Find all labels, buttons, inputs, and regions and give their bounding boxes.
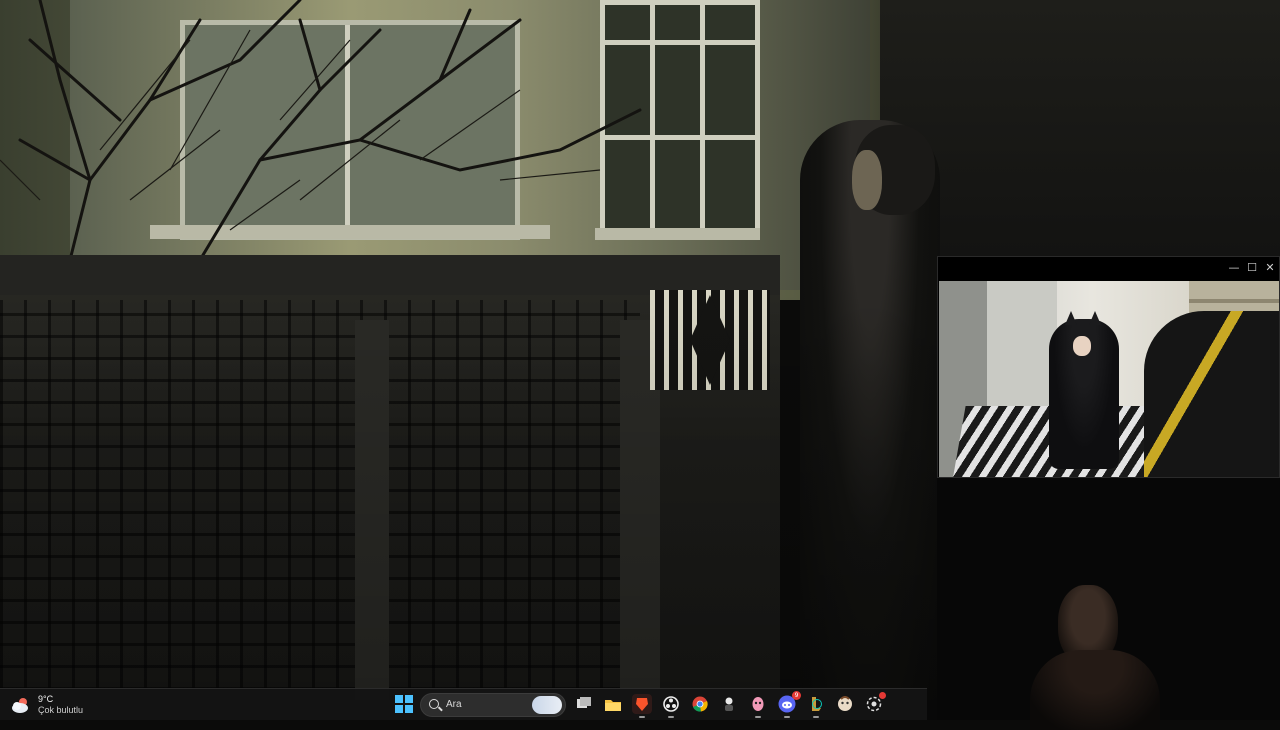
task-view-icon[interactable] bbox=[574, 694, 594, 714]
obs-studio-icon[interactable] bbox=[661, 694, 681, 718]
start-tile bbox=[395, 695, 403, 703]
cam-room-door bbox=[987, 281, 1057, 411]
start-tile bbox=[405, 695, 413, 703]
webcam-feed bbox=[939, 281, 1279, 477]
taskbar: 9°C Çok bulutlu Ara 9 bbox=[0, 688, 927, 720]
search-placeholder: Ara bbox=[446, 699, 462, 710]
app-character-icon[interactable] bbox=[719, 694, 739, 714]
cam-horn-right bbox=[1089, 311, 1101, 325]
cam-horn-left bbox=[1065, 311, 1077, 325]
app-settings-notification-icon[interactable] bbox=[864, 692, 886, 714]
close-button[interactable]: ✕ bbox=[1261, 260, 1279, 276]
webcam-titlebar[interactable]: — ☐ ✕ bbox=[938, 257, 1279, 281]
brave-browser-icon[interactable] bbox=[632, 694, 652, 718]
active-indicator bbox=[784, 716, 790, 718]
cam-gaming-chair bbox=[1144, 311, 1279, 477]
maximize-button[interactable]: ☐ bbox=[1243, 260, 1261, 276]
cloudy-weather-icon bbox=[10, 694, 32, 716]
discord-notification-badge: 9 bbox=[792, 691, 801, 700]
cam-person-face bbox=[1073, 336, 1091, 356]
search-highlight-icon bbox=[532, 696, 562, 714]
webcam-window[interactable]: — ☐ ✕ bbox=[937, 256, 1280, 478]
active-indicator bbox=[755, 716, 761, 718]
minimize-button[interactable]: — bbox=[1225, 260, 1243, 276]
app-pink-character-icon[interactable] bbox=[748, 694, 768, 718]
active-indicator bbox=[668, 716, 674, 718]
weather-widget[interactable]: 9°C Çok bulutlu bbox=[10, 691, 83, 719]
weather-condition: Çok bulutlu bbox=[38, 705, 84, 715]
app-face-icon[interactable] bbox=[835, 694, 855, 714]
active-indicator bbox=[813, 716, 819, 718]
taskbar-search[interactable]: Ara bbox=[420, 693, 566, 717]
notification-dot bbox=[879, 692, 886, 699]
chrome-icon[interactable] bbox=[690, 694, 710, 714]
search-icon bbox=[429, 699, 439, 709]
start-tile bbox=[395, 705, 403, 713]
start-button[interactable] bbox=[395, 695, 413, 713]
file-explorer-icon[interactable] bbox=[603, 694, 623, 714]
active-indicator bbox=[639, 716, 645, 718]
cam-shelf-edge bbox=[1189, 299, 1279, 303]
discord-icon[interactable]: 9 bbox=[777, 691, 801, 718]
start-tile bbox=[405, 705, 413, 713]
facecam-body bbox=[1030, 650, 1160, 730]
weather-temperature: 9°C bbox=[38, 694, 54, 704]
league-client-icon[interactable] bbox=[806, 694, 826, 718]
